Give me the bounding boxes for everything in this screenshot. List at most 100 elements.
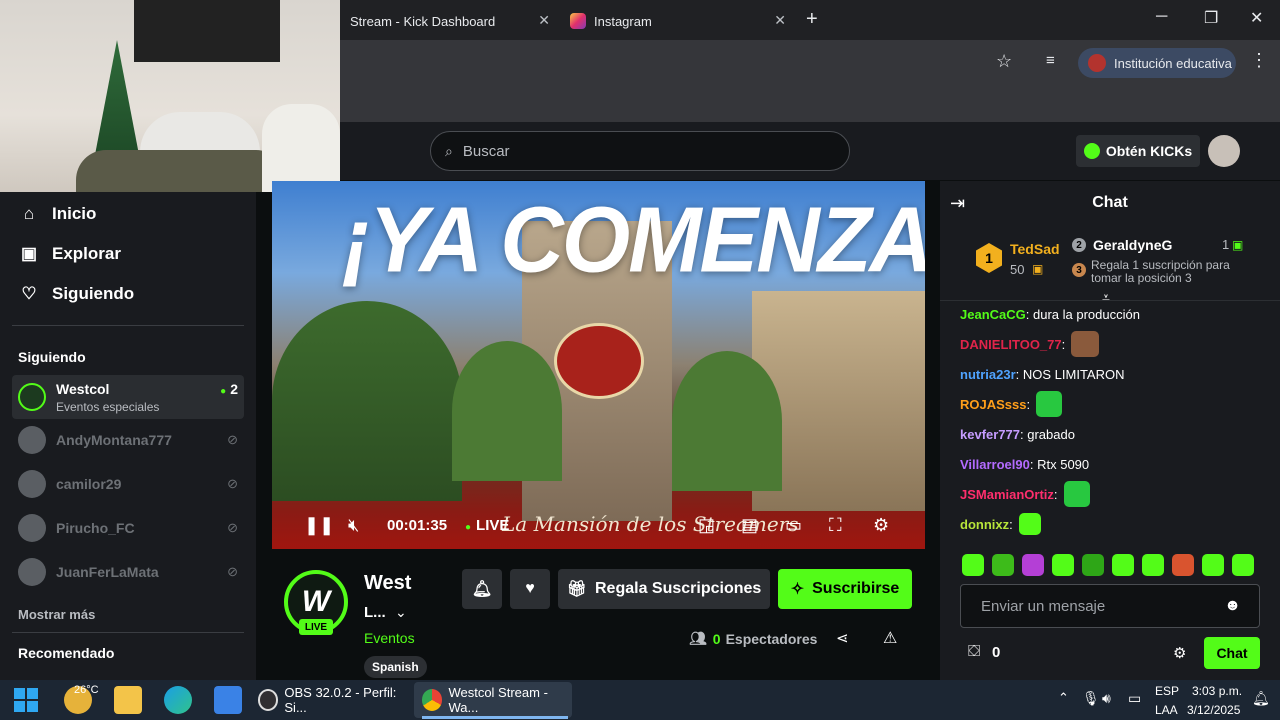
obs-icon — [258, 689, 279, 711]
crest-logo — [554, 323, 644, 399]
tab-instagram[interactable]: Instagram ✕ — [570, 6, 786, 36]
file-explorer-icon[interactable] — [114, 686, 142, 714]
offline-icon: ⊘ — [227, 476, 238, 491]
chat-username[interactable]: JSMamianOrtiz — [960, 487, 1054, 502]
tab-kick-dashboard[interactable]: Stream - Kick Dashboard ✕ — [350, 6, 550, 36]
follow-button[interactable]: ♥ — [510, 569, 550, 609]
new-tab-button[interactable]: + — [806, 8, 818, 31]
mute-icon[interactable]: 🔇︎ — [348, 515, 359, 536]
clock-date[interactable]: 3/12/2025 — [1187, 703, 1240, 717]
settings-icon[interactable]: ⚙ — [873, 515, 889, 536]
following-item[interactable]: JuanFerLaMata ⊘ — [12, 550, 244, 594]
display-icon[interactable]: ▭ — [1128, 690, 1141, 707]
store-icon[interactable] — [214, 686, 242, 714]
share-icon[interactable]: ⋖ — [836, 629, 849, 647]
notification-icon[interactable]: 🔔︎ — [1252, 690, 1270, 707]
chat-username[interactable]: JeanCaCG — [960, 307, 1026, 322]
gift-subs-button[interactable]: 🎁︎ Regala Suscripciones — [558, 569, 770, 609]
gift-label: Regala Suscripciones — [595, 580, 762, 597]
trees — [272, 301, 462, 501]
gift-icon[interactable]: ⛋ — [968, 643, 980, 661]
get-kicks-button[interactable]: Obtén KICKs — [1076, 135, 1200, 167]
edge-icon[interactable] — [164, 686, 192, 714]
heart-icon: ♡ — [21, 284, 37, 303]
stream-category[interactable]: Eventos — [364, 630, 415, 646]
tab-label: Stream - Kick Dashboard — [350, 13, 496, 29]
chat-username[interactable]: nutria23r — [960, 367, 1016, 382]
chevron-down-icon[interactable]: ⌄ — [395, 604, 407, 621]
report-icon[interactable]: ⚠ — [883, 628, 897, 648]
taskbar-app-chrome[interactable]: Westcol Stream - Wa... — [414, 682, 572, 718]
bell-icon: 🔔︎ — [471, 581, 493, 598]
restore-icon[interactable]: ❐ — [1204, 8, 1218, 28]
emote-icon[interactable] — [992, 554, 1014, 576]
nav-inicio[interactable]: ⌂ Inicio — [18, 204, 97, 224]
clock-time[interactable]: 3:03 p.m. — [1192, 684, 1242, 698]
volume-icon[interactable]: 🔊︎ — [1102, 690, 1111, 707]
minimize-icon[interactable]: ─ — [1156, 8, 1167, 26]
leaderboard-first-name[interactable]: TedSad — [1010, 241, 1060, 257]
nav-explorar[interactable]: ▣ Explorar — [18, 244, 121, 264]
nav-siguiendo[interactable]: ♡ Siguiendo — [18, 284, 134, 304]
emote-icon[interactable] — [1022, 554, 1044, 576]
rank-badge: 1 — [976, 243, 1002, 273]
chat-username[interactable]: Villarroel90 — [960, 457, 1030, 472]
channel-name[interactable]: West — [364, 572, 411, 595]
emoji-icon[interactable]: ☻ — [1224, 597, 1241, 615]
chat-username[interactable]: kevfer777 — [960, 427, 1020, 442]
show-more-link[interactable]: Mostrar más — [18, 607, 95, 622]
pip-icon[interactable]: ◲ — [698, 515, 715, 536]
emote-icon[interactable] — [1142, 554, 1164, 576]
user-avatar[interactable] — [1208, 135, 1240, 167]
emote-icon[interactable] — [962, 554, 984, 576]
video-player[interactable]: ¡YA COMENZAMOS! La Mansión de los Stream… — [272, 181, 925, 549]
close-icon[interactable]: ✕ — [774, 12, 786, 29]
star-icon[interactable]: ☆ — [996, 51, 1012, 72]
theater-mode-icon[interactable]: ▭ — [785, 515, 802, 536]
search-input[interactable]: ⌕ Buscar — [430, 131, 850, 171]
fullscreen-icon[interactable]: ⛶ — [829, 515, 842, 536]
emote-icon — [1071, 331, 1100, 357]
gift-icon: 🎁︎ — [566, 581, 587, 598]
kick-icon — [1083, 143, 1100, 159]
clip-icon[interactable]: ▤ — [741, 515, 758, 536]
chat-message: DANIELITOO_77: — [960, 331, 1100, 357]
following-item[interactable]: Pirucho_FC ⊘ — [12, 506, 244, 550]
chevron-up-icon[interactable]: ⌃ — [1058, 690, 1069, 706]
window-close-icon[interactable]: ✕ — [1250, 8, 1263, 28]
emote-icon[interactable] — [1202, 554, 1224, 576]
following-item[interactable]: AndyMontana777 ⊘ — [12, 418, 244, 462]
chat-settings-icon[interactable]: ⚙ — [1173, 644, 1186, 662]
chat-username[interactable]: ROJASsss — [960, 397, 1026, 412]
nav-label: Explorar — [52, 244, 121, 263]
notify-button[interactable]: 🔔︎ — [462, 569, 502, 609]
emote-icon[interactable] — [1112, 554, 1134, 576]
emote-icon[interactable] — [1052, 554, 1074, 576]
close-icon[interactable]: ✕ — [538, 12, 550, 29]
start-icon[interactable] — [14, 688, 38, 712]
taskbar-app-obs[interactable]: OBS 32.0.2 - Perfil: Si... — [258, 682, 410, 718]
emote-icon[interactable] — [1232, 554, 1254, 576]
chat-username[interactable]: donnixz — [960, 517, 1009, 532]
media-controls-icon[interactable]: ≡ — [1046, 52, 1055, 69]
overlay-title: ¡YA COMENZAMOS! — [342, 187, 925, 292]
live-indicator: ● LIVE — [465, 517, 509, 534]
menu-icon[interactable]: ⋮ — [1250, 50, 1268, 71]
channel-name: AndyMontana777 — [56, 432, 172, 448]
chat-send-button[interactable]: Chat — [1204, 637, 1260, 669]
emote-icon[interactable] — [1082, 554, 1104, 576]
input-language[interactable]: ESP — [1155, 684, 1179, 698]
profile-button[interactable]: Institución educativa — [1078, 48, 1236, 78]
leaderboard-second-name[interactable]: GeraldyneG — [1093, 237, 1172, 253]
microphone-icon[interactable]: 🎙︎ — [1082, 690, 1100, 707]
language-tag[interactable]: Spanish — [364, 656, 427, 678]
pause-icon[interactable]: ❚❚ — [304, 515, 334, 536]
following-item[interactable]: camilor29 ⊘ — [12, 462, 244, 506]
chat-username[interactable]: DANIELITOO_77 — [960, 337, 1062, 352]
following-item-westcol[interactable]: Westcol Eventos especiales ● 2 — [12, 375, 244, 419]
emote-icon[interactable] — [1172, 554, 1194, 576]
chat-input[interactable]: Enviar un mensaje ☻ — [960, 584, 1260, 628]
person — [76, 150, 286, 192]
search-placeholder: Buscar — [462, 142, 510, 160]
subscribe-button[interactable]: ✧ Suscribirse — [778, 569, 912, 609]
